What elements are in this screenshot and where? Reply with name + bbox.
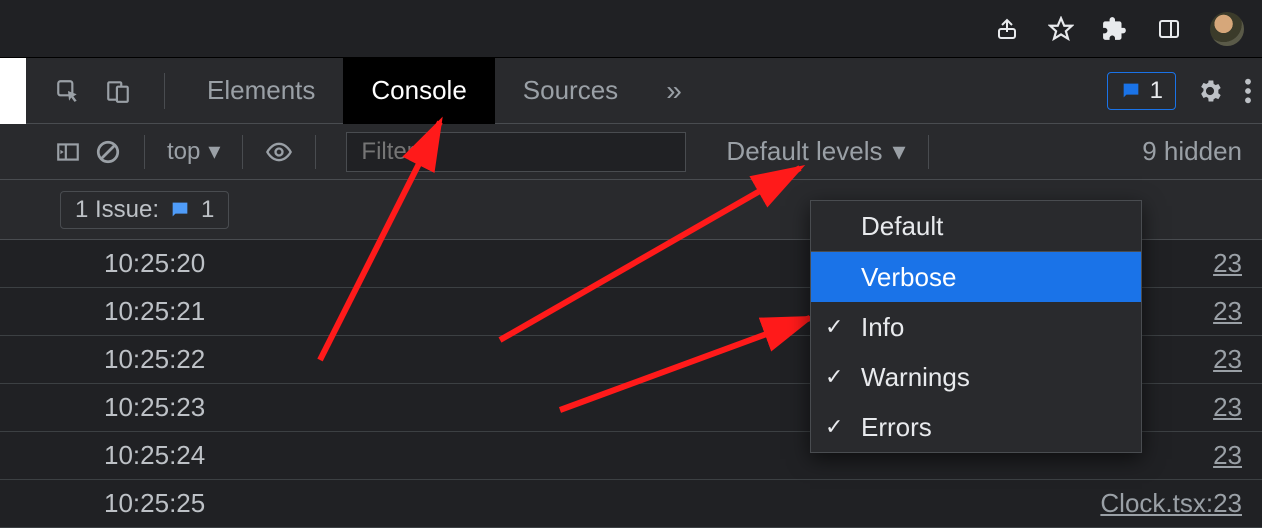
issues-count: 1 (1150, 77, 1163, 105)
separator (144, 135, 145, 169)
inspect-element-icon[interactable] (54, 77, 82, 105)
device-toolbar-icon[interactable] (104, 77, 132, 105)
message-text: 10:25:24 (104, 440, 205, 471)
check-icon: ✓ (825, 364, 843, 390)
message-text: 10:25:25 (104, 488, 205, 519)
console-sidebar-toggle-icon[interactable] (54, 138, 82, 166)
tab-elements[interactable]: Elements (179, 58, 343, 124)
kebab-menu-icon[interactable] (1244, 77, 1252, 105)
caret-down-icon: ▾ (893, 136, 906, 167)
log-levels-dropdown[interactable]: Default levels ▾ (726, 136, 905, 167)
bookmark-star-icon[interactable] (1048, 16, 1074, 42)
message-source-link[interactable]: 23 (1213, 392, 1242, 423)
level-label: Verbose (861, 262, 956, 293)
browser-toolbar (0, 0, 1262, 58)
separator (164, 73, 165, 109)
message-source-link[interactable]: 23 (1213, 344, 1242, 375)
issue-chip[interactable]: 1 Issue: 1 (60, 191, 229, 229)
level-label: Errors (861, 412, 932, 443)
level-option-warnings[interactable]: ✓ Warnings (811, 352, 1141, 402)
issue-count: 1 (201, 196, 214, 224)
separator (928, 135, 929, 169)
message-source-link[interactable]: 23 (1213, 440, 1242, 471)
issues-badge[interactable]: 1 (1107, 72, 1176, 110)
chat-icon (169, 199, 191, 221)
context-label: top (167, 138, 200, 166)
level-option-default[interactable]: Default (811, 201, 1141, 251)
message-text: 10:25:20 (104, 248, 205, 279)
separator (242, 135, 243, 169)
clear-console-icon[interactable] (94, 138, 122, 166)
check-icon: ✓ (825, 314, 843, 340)
separator (315, 135, 316, 169)
check-icon: ✓ (825, 414, 843, 440)
level-option-verbose[interactable]: Verbose (811, 252, 1141, 302)
level-option-info[interactable]: ✓ Info (811, 302, 1141, 352)
message-source-link[interactable]: Clock.tsx:23 (1100, 488, 1242, 519)
level-label: Info (861, 312, 904, 343)
message-source-link[interactable]: 23 (1213, 296, 1242, 327)
levels-label: Default levels (726, 136, 882, 167)
devtools-tab-bar: Elements Console Sources » 1 (0, 58, 1262, 124)
panel-icon[interactable] (1156, 16, 1182, 42)
log-levels-menu: Default Verbose ✓ Info ✓ Warnings ✓ Erro… (810, 200, 1142, 453)
message-text: 10:25:23 (104, 392, 205, 423)
console-message-row[interactable]: 10:25:25 Clock.tsx:23 (0, 480, 1262, 528)
message-text: 10:25:21 (104, 296, 205, 327)
console-toolbar: top ▾ Default levels ▾ 9 hidden (0, 124, 1262, 180)
share-icon[interactable] (994, 16, 1020, 42)
message-source-link[interactable]: 23 (1213, 248, 1242, 279)
execution-context-dropdown[interactable]: top ▾ (167, 137, 220, 166)
message-text: 10:25:22 (104, 344, 205, 375)
issue-label: 1 Issue: (75, 196, 159, 224)
live-expression-eye-icon[interactable] (265, 138, 293, 166)
chat-icon (1120, 80, 1142, 102)
level-option-errors[interactable]: ✓ Errors (811, 402, 1141, 452)
caret-down-icon: ▾ (208, 137, 220, 166)
tab-sources[interactable]: Sources (495, 58, 646, 124)
profile-avatar[interactable] (1210, 12, 1244, 46)
more-tabs-icon[interactable]: » (646, 75, 702, 107)
filter-input[interactable] (346, 132, 686, 172)
level-label: Default (861, 211, 943, 242)
extensions-icon[interactable] (1102, 16, 1128, 42)
settings-gear-icon[interactable] (1196, 77, 1224, 105)
tab-console[interactable]: Console (343, 58, 494, 124)
level-label: Warnings (861, 362, 970, 393)
page-content-sliver (0, 58, 26, 124)
hidden-messages-count[interactable]: 9 hidden (1142, 136, 1262, 167)
